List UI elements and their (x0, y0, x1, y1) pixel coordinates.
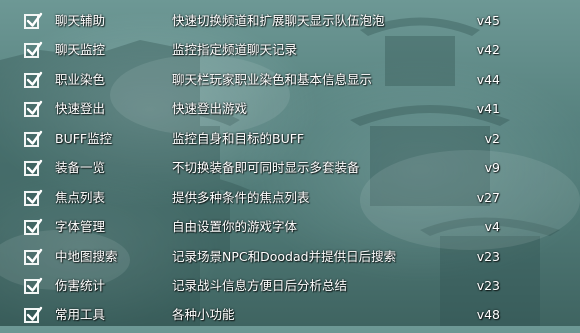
addon-name: 装备一览 (55, 160, 106, 175)
addon-description: 聊天栏玩家职业染色和基本信息显示 (172, 72, 373, 87)
enable-checkbox[interactable] (24, 277, 43, 294)
enable-checkbox[interactable] (24, 218, 43, 235)
addon-version: v23 (476, 278, 500, 293)
addon-description: 记录战斗信息方便日后分析总结 (172, 278, 348, 293)
addon-version: v4 (484, 219, 500, 234)
addon-row[interactable]: BUFF监控 监控自身和目标的BUFF v2 (0, 127, 580, 157)
addon-version: v41 (476, 101, 500, 116)
enable-checkbox[interactable] (24, 130, 43, 147)
enable-checkbox[interactable] (24, 41, 43, 58)
addon-name: 职业染色 (55, 72, 106, 87)
enable-checkbox[interactable] (24, 12, 43, 29)
addon-row[interactable]: 聊天辅助 快速切换频道和扩展聊天显示队伍泡泡 v45 (0, 9, 580, 39)
addon-description: 快速切换频道和扩展聊天显示队伍泡泡 (172, 13, 385, 28)
checkmark-icon (26, 306, 43, 321)
checkmark-icon (26, 100, 43, 115)
checkmark-icon (26, 189, 43, 204)
enable-checkbox[interactable] (24, 306, 43, 323)
addon-row[interactable]: 快速登出 快速登出游戏 v41 (0, 97, 580, 127)
addon-row[interactable]: 伤害统计 记录战斗信息方便日后分析总结 v23 (0, 274, 580, 304)
addon-version: v27 (476, 190, 500, 205)
addon-description: 提供多种条件的焦点列表 (172, 190, 310, 205)
addon-row[interactable]: 职业染色 聊天栏玩家职业染色和基本信息显示 v44 (0, 68, 580, 98)
addon-row[interactable]: 中地图搜索 记录场景NPC和Doodad并提供日后搜索 v23 (0, 245, 580, 275)
enable-checkbox[interactable] (24, 248, 43, 265)
checkmark-icon (26, 248, 43, 263)
checkmark-icon (26, 71, 43, 86)
checkmark-icon (26, 159, 43, 174)
addon-description: 记录场景NPC和Doodad并提供日后搜索 (172, 249, 397, 264)
addon-row[interactable]: 焦点列表 提供多种条件的焦点列表 v27 (0, 186, 580, 216)
addon-version: v44 (476, 72, 500, 87)
addon-description: 自由设置你的游戏字体 (172, 219, 298, 234)
addon-version: v9 (484, 160, 500, 175)
checkmark-icon (26, 218, 43, 233)
addon-row[interactable]: 字体管理 自由设置你的游戏字体 v4 (0, 215, 580, 245)
addon-description: 快速登出游戏 (172, 101, 248, 116)
enable-checkbox[interactable] (24, 71, 43, 88)
addon-version: v2 (484, 131, 500, 146)
addon-name: 常用工具 (55, 307, 106, 322)
addon-name: 聊天辅助 (55, 13, 106, 28)
addon-row[interactable]: 装备一览 不切换装备即可同时显示多套装备 v9 (0, 156, 580, 186)
checkmark-icon (26, 130, 43, 145)
addon-name: 快速登出 (55, 101, 106, 116)
addon-version: v45 (476, 13, 500, 28)
addon-row[interactable]: 常用工具 各种小功能 v48 (0, 303, 580, 333)
addon-version: v48 (476, 307, 500, 322)
checkmark-icon (26, 277, 43, 292)
addon-name: 焦点列表 (55, 190, 106, 205)
addon-name: 聊天监控 (55, 42, 106, 57)
addon-version: v23 (476, 249, 500, 264)
addon-name: BUFF监控 (55, 131, 113, 146)
enable-checkbox[interactable] (24, 100, 43, 117)
addon-list: 聊天辅助 快速切换频道和扩展聊天显示队伍泡泡 v45 聊天监控 监控指定频道聊天记录 v4… (0, 0, 580, 326)
addon-name: 字体管理 (55, 219, 106, 234)
addon-description: 不切换装备即可同时显示多套装备 (172, 160, 360, 175)
addon-name: 伤害统计 (55, 278, 106, 293)
enable-checkbox[interactable] (24, 159, 43, 176)
addon-name: 中地图搜索 (55, 249, 118, 264)
checkmark-icon (26, 41, 43, 56)
checkmark-icon (26, 12, 43, 27)
addon-row[interactable]: 聊天监控 监控指定频道聊天记录 v42 (0, 38, 580, 68)
addon-version: v42 (476, 42, 500, 57)
enable-checkbox[interactable] (24, 189, 43, 206)
addon-description: 监控自身和目标的BUFF (172, 131, 305, 146)
addon-description: 各种小功能 (172, 307, 235, 322)
addon-description: 监控指定频道聊天记录 (172, 42, 298, 57)
